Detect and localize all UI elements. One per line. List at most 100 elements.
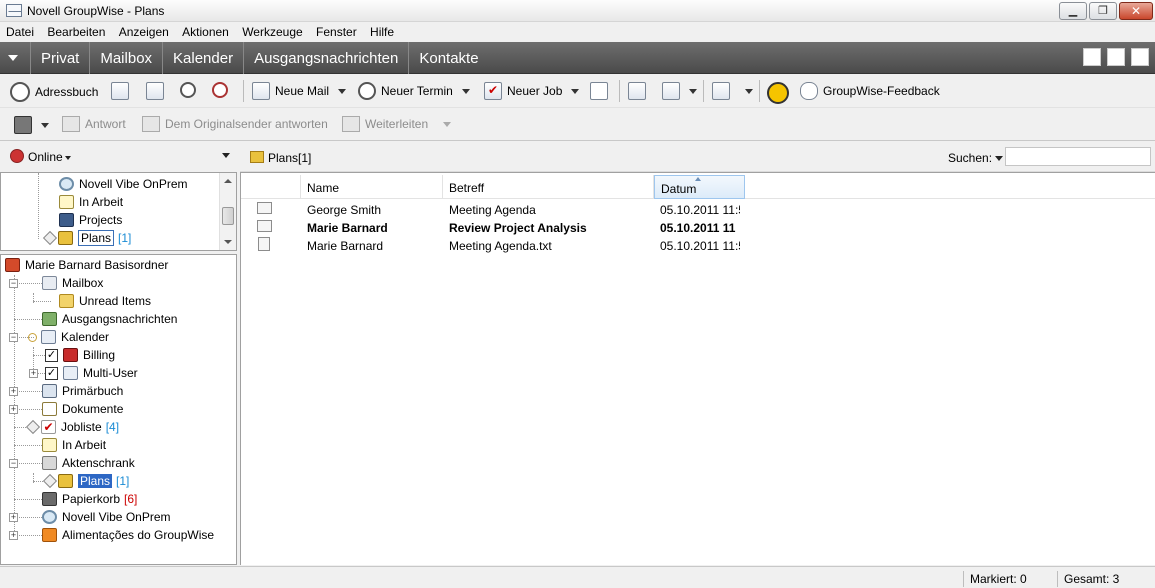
tree-alimentacoes[interactable]: Alimentações do GroupWise xyxy=(42,526,214,544)
expand-multi-user-icon[interactable]: + xyxy=(29,369,38,378)
shortcut-novell-vibe[interactable]: Novell Vibe OnPrem xyxy=(59,175,188,193)
list-view-icon[interactable] xyxy=(1107,48,1125,66)
scroll-down-icon[interactable] xyxy=(224,240,232,244)
shortcut-plans[interactable]: Plans [1] xyxy=(42,229,131,247)
minimize-button[interactable]: ▁ xyxy=(1059,2,1087,20)
tab-ausgangsnachrichten[interactable]: Ausgangsnachrichten xyxy=(243,42,408,74)
layout-button[interactable] xyxy=(662,82,697,100)
weiterleiten-label: Weiterleiten xyxy=(365,117,429,131)
calendar-grid-button[interactable] xyxy=(712,82,753,100)
multi-user-checkbox[interactable]: ✓ xyxy=(45,366,58,380)
expand-alimentacoes-icon[interactable]: + xyxy=(9,531,18,540)
column-betreff[interactable]: Betreff xyxy=(443,175,654,199)
tree-root[interactable]: Marie Barnard Basisordner xyxy=(5,256,168,274)
tree-jobliste[interactable]: ✔ Jobliste [4] xyxy=(25,418,119,436)
online-mode-bar[interactable]: Online xyxy=(0,142,238,172)
scroll-thumb[interactable] xyxy=(222,207,234,225)
tab-kontakte[interactable]: Kontakte xyxy=(408,42,488,74)
feedback-button[interactable]: GroupWise-Feedback xyxy=(800,82,940,100)
reply-original-sender-label: Dem Originalsender antworten xyxy=(165,117,328,131)
close-button[interactable]: ✕ xyxy=(1119,2,1153,20)
shortcut-projects[interactable]: Projects xyxy=(59,211,122,229)
menu-datei[interactable]: Datei xyxy=(6,22,34,39)
outbox-icon xyxy=(42,312,57,326)
nav-dropdown-icon[interactable] xyxy=(8,55,18,61)
collapse-kalender-icon[interactable]: − xyxy=(9,333,18,342)
billing-checkbox[interactable]: ✓ xyxy=(45,348,58,362)
scroll-up-icon[interactable] xyxy=(224,179,232,183)
new-note-button[interactable] xyxy=(590,82,608,100)
contact-card-icon xyxy=(111,82,129,100)
search-input[interactable] xyxy=(1005,147,1151,166)
list-item[interactable]: Marie Barnard Meeting Agenda.txt 05.10.2… xyxy=(241,236,1155,254)
expand-primarbuch-icon[interactable]: + xyxy=(9,387,18,396)
column-datum[interactable]: Datum xyxy=(654,175,745,199)
weiterleiten-dropdown-icon[interactable] xyxy=(443,121,452,127)
menu-hilfe[interactable]: Hilfe xyxy=(370,22,394,39)
tree-novell-vibe[interactable]: Novell Vibe OnPrem xyxy=(42,508,171,526)
antwort-button[interactable]: Antwort xyxy=(62,116,126,132)
groupwise-logo-button[interactable] xyxy=(767,82,789,104)
card-button[interactable] xyxy=(111,82,129,100)
search-scope-dropdown[interactable]: Suchen: xyxy=(948,151,1004,165)
shortcut-in-arbeit[interactable]: In Arbeit xyxy=(59,193,123,211)
menu-fenster[interactable]: Fenster xyxy=(316,22,357,39)
online-dropdown-icon[interactable] xyxy=(222,153,230,158)
collapse-aktenschrank-icon[interactable]: − xyxy=(9,459,18,468)
list-item[interactable]: Marie Barnard Review Project Analysis 05… xyxy=(241,218,1155,236)
neuer-termin-button[interactable]: Neuer Termin xyxy=(358,82,470,100)
keyboard-button[interactable] xyxy=(146,82,164,100)
neuer-job-button[interactable]: ✔ Neuer Job xyxy=(484,82,580,100)
delete-button[interactable] xyxy=(14,116,49,134)
tree-billing[interactable]: ✓ Billing xyxy=(45,346,115,364)
checkmark-icon: ✔ xyxy=(484,82,502,100)
menu-bearbeiten[interactable]: Bearbeiten xyxy=(47,22,105,39)
column-icon[interactable] xyxy=(241,175,301,199)
reply-original-sender-button[interactable]: Dem Originalsender antworten xyxy=(142,116,328,132)
groupwise-app-icon xyxy=(6,4,22,17)
minimize-icon: ▁ xyxy=(1068,5,1078,17)
menu-werkzeuge[interactable]: Werkzeuge xyxy=(242,22,302,39)
sort-ascending-icon xyxy=(695,177,701,181)
neue-mail-dropdown-icon[interactable] xyxy=(338,88,347,94)
tree-primarbuch[interactable]: Primärbuch xyxy=(42,382,123,400)
tree-unread-items[interactable]: Unread Items xyxy=(59,292,151,310)
tree-in-arbeit[interactable]: In Arbeit xyxy=(42,436,106,454)
find-button[interactable] xyxy=(180,82,196,98)
neuer-termin-dropdown-icon[interactable] xyxy=(461,88,470,94)
neuer-job-dropdown-icon[interactable] xyxy=(571,88,580,94)
expand-dokumente-icon[interactable]: + xyxy=(9,405,18,414)
tree-plans[interactable]: Plans [1] xyxy=(42,472,129,490)
folders-view-icon[interactable] xyxy=(1083,48,1101,66)
collapse-mailbox-icon[interactable]: − xyxy=(9,279,18,288)
tree-aktenschrank[interactable]: Aktenschrank xyxy=(42,454,135,472)
layout-dropdown-icon[interactable] xyxy=(689,88,697,94)
tree-mailbox[interactable]: Mailbox xyxy=(42,274,103,292)
reading-pane-button[interactable] xyxy=(628,82,646,100)
maximize-button[interactable]: ❐ xyxy=(1089,2,1117,20)
tab-kalender[interactable]: Kalender xyxy=(162,42,243,74)
online-status-icon xyxy=(10,149,24,163)
delete-dropdown-icon[interactable] xyxy=(41,122,49,128)
tree-papierkorb[interactable]: Papierkorb [6] xyxy=(42,490,137,508)
tree-multi-user[interactable]: ✓ Multi-User xyxy=(45,364,138,382)
tree-dokumente[interactable]: Dokumente xyxy=(42,400,123,418)
tab-privat[interactable]: Privat xyxy=(30,42,89,74)
menu-aktionen[interactable]: Aktionen xyxy=(182,22,229,39)
tab-mailbox[interactable]: Mailbox xyxy=(89,42,162,74)
adressbuch-button[interactable]: Adressbuch xyxy=(10,82,98,102)
list-item[interactable]: George Smith Meeting Agenda 05.10.2011 1… xyxy=(241,200,1155,218)
calendar-grid-dropdown-icon[interactable] xyxy=(745,88,753,94)
status-bar: Markiert: 0 Gesamt: 3 xyxy=(0,566,1155,588)
plans-icon xyxy=(58,474,73,488)
calendar-view-icon[interactable] xyxy=(1131,48,1149,66)
weiterleiten-button[interactable]: Weiterleiten xyxy=(342,116,452,132)
tree-kalender[interactable]: Kalender xyxy=(28,328,109,346)
column-name[interactable]: Name xyxy=(301,175,443,199)
menu-anzeigen[interactable]: Anzeigen xyxy=(119,22,169,39)
neue-mail-button[interactable]: Neue Mail xyxy=(252,82,347,100)
expand-vibe-icon[interactable]: + xyxy=(9,513,18,522)
tree-ausgangsnachrichten[interactable]: Ausgangsnachrichten xyxy=(42,310,177,328)
shortcuts-scrollbar[interactable] xyxy=(219,173,236,250)
find-user-button[interactable] xyxy=(212,82,228,98)
